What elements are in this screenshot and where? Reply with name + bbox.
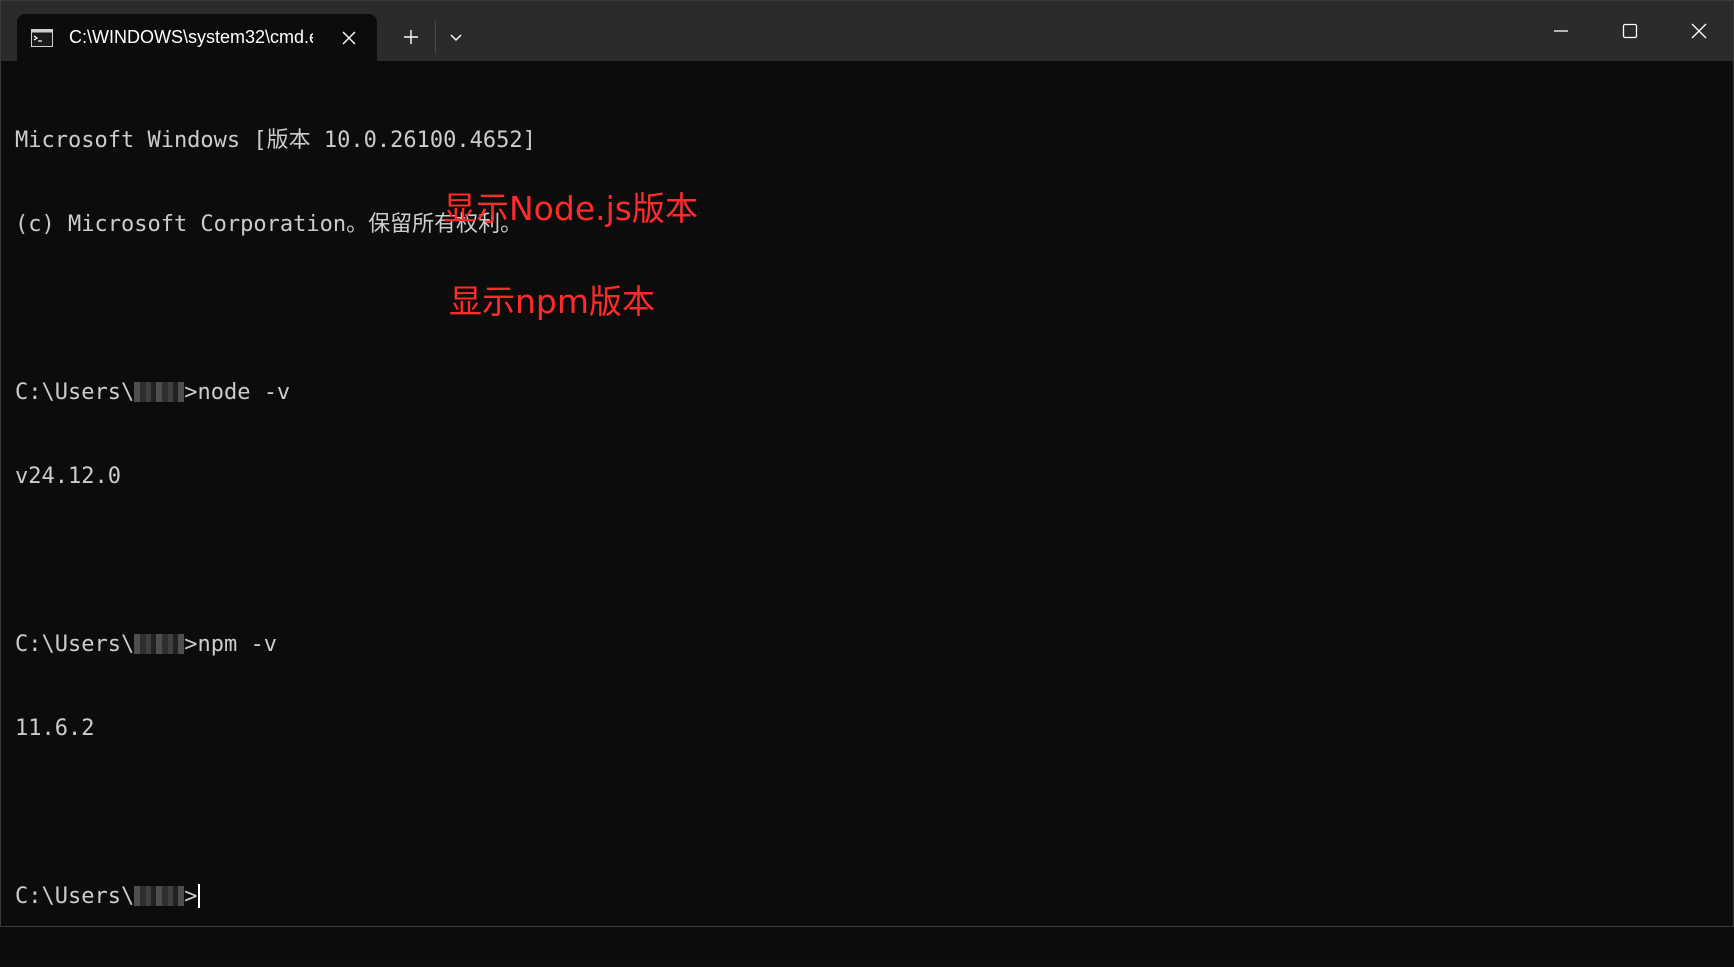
command-text: >npm -v bbox=[184, 632, 277, 657]
maximize-icon bbox=[1622, 23, 1637, 39]
terminal-line: Microsoft Windows [版本 10.0.26100.4652] bbox=[15, 128, 536, 153]
redacted-username bbox=[134, 886, 185, 906]
terminal-line: C:\Users\ > bbox=[15, 883, 1723, 911]
close-window-button[interactable] bbox=[1664, 1, 1733, 61]
tab-separator bbox=[435, 21, 436, 53]
plus-icon bbox=[404, 30, 418, 44]
minimize-button[interactable] bbox=[1526, 1, 1595, 61]
terminal-line: C:\Users\ >node -v bbox=[15, 379, 1723, 407]
redacted-username bbox=[134, 634, 185, 654]
title-bar: C:\WINDOWS\system32\cmd.exe bbox=[1, 1, 1733, 61]
terminal-line: v24.12.0 bbox=[15, 464, 121, 489]
text-cursor bbox=[198, 884, 201, 908]
minimize-icon bbox=[1553, 30, 1568, 32]
close-tab-button[interactable] bbox=[335, 24, 363, 52]
prompt-path: C:\Users\ bbox=[15, 632, 135, 657]
prompt-path: C:\Users\ bbox=[15, 380, 135, 405]
terminal-line: 11.6.2 bbox=[15, 716, 95, 741]
terminal-line: C:\Users\ >npm -v bbox=[15, 631, 1723, 659]
chevron-down-icon bbox=[450, 34, 462, 41]
tab-title: C:\WINDOWS\system32\cmd.exe bbox=[69, 27, 313, 47]
window-controls bbox=[1526, 1, 1733, 61]
close-icon bbox=[1691, 23, 1706, 39]
command-text: > bbox=[184, 884, 198, 909]
terminal-line: (c) Microsoft Corporation。保留所有权利。 bbox=[15, 212, 523, 237]
close-icon bbox=[342, 31, 356, 44]
annotation-node-version: 显示Node.js版本 bbox=[443, 189, 698, 228]
annotation-npm-version: 显示npm版本 bbox=[449, 282, 656, 321]
command-text: >node -v bbox=[184, 380, 291, 405]
tab-dropdown-button[interactable] bbox=[441, 21, 471, 53]
new-tab-button[interactable] bbox=[394, 21, 428, 53]
terminal-output[interactable]: Microsoft Windows [版本 10.0.26100.4652] (… bbox=[15, 71, 1723, 967]
maximize-button[interactable] bbox=[1595, 1, 1664, 61]
prompt-path: C:\Users\ bbox=[15, 884, 135, 909]
tab-cmd[interactable]: C:\WINDOWS\system32\cmd.exe bbox=[17, 14, 377, 61]
cmd-terminal-icon bbox=[31, 28, 53, 47]
terminal-window: C:\WINDOWS\system32\cmd.exe Microsoft Wi… bbox=[0, 0, 1734, 927]
redacted-username bbox=[134, 382, 185, 402]
